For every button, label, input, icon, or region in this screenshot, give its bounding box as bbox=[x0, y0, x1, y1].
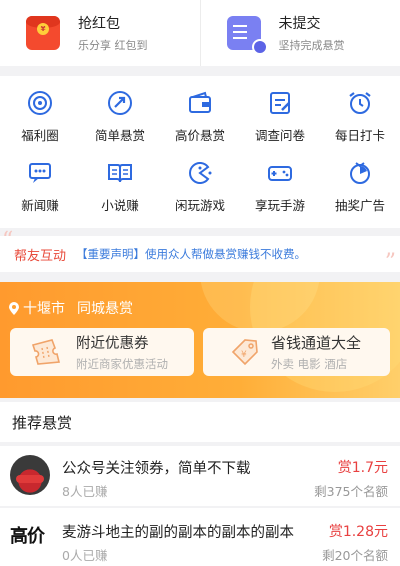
task-earned-count: 0人已赚 bbox=[62, 548, 108, 563]
category-label: 高价悬赏 bbox=[174, 128, 225, 143]
notice-bar[interactable]: “ 帮友互动 【重要声明】使用众人帮做悬赏赚钱不收费。 ” bbox=[0, 228, 400, 275]
category-simple-reward[interactable]: 简单悬赏 bbox=[80, 86, 160, 156]
price-tag-icon: ¥ bbox=[231, 339, 258, 366]
category-survey[interactable]: 调查问卷 bbox=[240, 86, 320, 156]
task-thumbnail bbox=[10, 455, 50, 495]
task-row[interactable]: 公众号关注领券，简单不下载 8人已赚 赏1.7元 剩375个名额 bbox=[0, 446, 400, 506]
simple-reward-icon bbox=[108, 91, 132, 115]
gamepad-icon bbox=[268, 166, 292, 181]
category-news-earn[interactable]: 新闻赚 bbox=[0, 156, 80, 226]
red-envelope-icon: ¥ bbox=[26, 16, 60, 50]
welfare-circle-icon bbox=[28, 91, 52, 115]
card-title: 抢红包 bbox=[78, 16, 120, 32]
news-chat-icon bbox=[29, 163, 51, 183]
task-remaining: 剩375个名额 bbox=[314, 484, 388, 499]
notice-title: 帮友互动 bbox=[14, 248, 67, 264]
novel-book-icon bbox=[108, 164, 132, 183]
local-label: 同城悬赏 bbox=[77, 301, 133, 317]
box-title: 省钱通道大全 bbox=[271, 334, 362, 352]
lottery-icon bbox=[350, 162, 370, 184]
category-high-price[interactable]: 高价悬赏 bbox=[160, 86, 240, 156]
card-title: 未提交 bbox=[278, 16, 321, 32]
quote-close-icon: ” bbox=[384, 250, 396, 275]
category-welfare-circle[interactable]: 福利圈 bbox=[0, 86, 80, 156]
category-novel-earn[interactable]: 小说赚 bbox=[80, 156, 160, 226]
recommend-heading: 推荐悬赏 bbox=[0, 402, 400, 442]
card-subtitle: 乐分享 红包到 bbox=[78, 39, 148, 52]
box-title: 附近优惠券 bbox=[76, 336, 149, 352]
task-row[interactable]: 高价 麦游斗地主的副的副本的副本的副本 0人已赚 赏1.28元 剩20个名额 bbox=[0, 508, 400, 566]
category-mobile-games[interactable]: 享玩手游 bbox=[240, 156, 320, 226]
coupon-icon bbox=[31, 339, 61, 365]
task-earned-count: 8人已赚 bbox=[62, 484, 108, 499]
category-daily-checkin[interactable]: 每日打卡 bbox=[320, 86, 400, 156]
task-title: 公众号关注领券，简单不下载 bbox=[62, 461, 251, 477]
category-label: 福利圈 bbox=[21, 128, 59, 143]
grab-red-envelope-card[interactable]: ¥ 抢红包 乐分享 红包到 bbox=[0, 0, 200, 66]
task-remaining: 剩20个名额 bbox=[322, 548, 388, 563]
location-pin-icon bbox=[9, 301, 19, 315]
category-casual-games[interactable]: 闲玩游戏 bbox=[160, 156, 240, 226]
survey-icon bbox=[270, 92, 290, 114]
local-header[interactable]: 十堰市 同城悬赏 bbox=[9, 298, 133, 318]
alarm-clock-icon bbox=[349, 92, 371, 114]
svg-text:¥: ¥ bbox=[241, 350, 247, 360]
task-title: 麦游斗地主的副的副本的副本的副本 bbox=[62, 525, 294, 541]
category-label: 闲玩游戏 bbox=[174, 198, 225, 213]
category-label: 抽奖广告 bbox=[334, 198, 385, 213]
nearby-coupons-button[interactable]: 附近优惠券 附近商家优惠活动 bbox=[10, 328, 194, 376]
category-label: 新闻赚 bbox=[21, 198, 59, 213]
card-subtitle: 坚持完成悬赏 bbox=[278, 39, 345, 52]
category-lottery-ads[interactable]: 抽奖广告 bbox=[320, 156, 400, 226]
top-cards: ¥ 抢红包 乐分享 红包到 未提交 坚持完成悬赏 bbox=[0, 0, 400, 66]
box-subtitle: 外卖 电影 酒店 bbox=[271, 357, 348, 371]
city-name: 十堰市 bbox=[23, 301, 65, 317]
category-label: 简单悬赏 bbox=[94, 128, 145, 143]
unsubmitted-card[interactable]: 未提交 坚持完成悬赏 bbox=[199, 0, 400, 66]
category-label: 小说赚 bbox=[101, 198, 139, 213]
box-subtitle: 附近商家优惠活动 bbox=[76, 357, 168, 371]
notice-message[interactable]: 【重要声明】使用众人帮做悬赏赚钱不收费。 bbox=[76, 246, 306, 262]
task-thumbnail: 高价 bbox=[10, 526, 45, 547]
category-label: 每日打卡 bbox=[334, 128, 385, 143]
category-label: 调查问卷 bbox=[254, 128, 305, 143]
money-saving-channels-button[interactable]: ¥ 省钱通道大全 外卖 电影 酒店 bbox=[203, 328, 390, 376]
pacman-game-icon bbox=[189, 162, 212, 184]
category-grid: 福利圈 简单悬赏 高价悬赏 调查问卷 每日打卡 新闻赚 小说赚 闲玩游戏 享玩手… bbox=[0, 76, 400, 228]
category-label: 享玩手游 bbox=[254, 198, 305, 213]
task-price: 赏1.28元 bbox=[328, 524, 388, 540]
high-price-wallet-icon bbox=[189, 91, 211, 113]
pending-document-icon bbox=[226, 16, 268, 55]
task-price: 赏1.7元 bbox=[337, 460, 388, 476]
local-rewards-section: 十堰市 同城悬赏 附近优惠券 附近商家优惠活动 ¥ 省钱通道大全 外卖 电影 酒… bbox=[0, 282, 400, 398]
quote-open-icon: “ bbox=[2, 228, 14, 253]
